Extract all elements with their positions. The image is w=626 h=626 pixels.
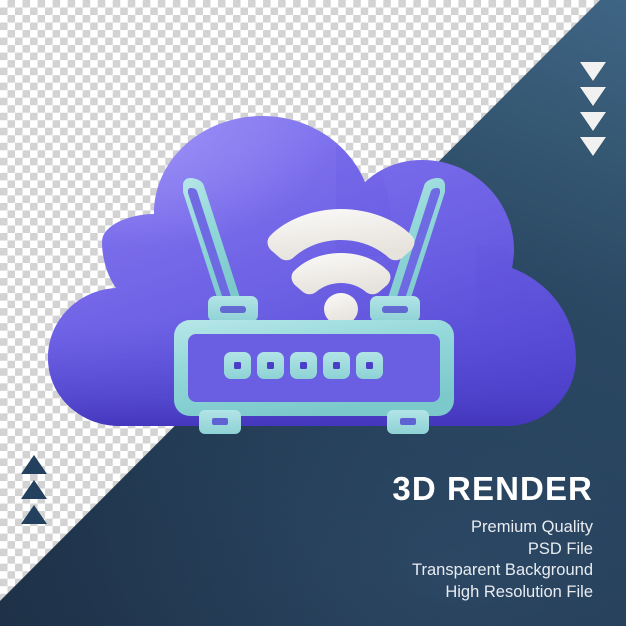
chevron-up-icon <box>21 480 47 499</box>
router-foot-right <box>387 410 429 434</box>
router-led <box>323 352 350 379</box>
router-antenna-base-right <box>370 296 420 322</box>
feature-item: Transparent Background <box>412 561 593 579</box>
feature-item: High Resolution File <box>445 582 593 601</box>
router-led <box>257 352 284 379</box>
chevron-up-icon <box>21 455 47 474</box>
page-title: 3D RENDER <box>392 470 593 507</box>
router-led <box>290 352 317 379</box>
router-foot-left <box>199 410 241 434</box>
feature-item: Premium Quality <box>471 518 593 536</box>
chevron-down-icon <box>580 62 606 81</box>
router-led <box>356 352 383 379</box>
router-antenna-base-left <box>208 296 258 322</box>
feature-item: PSD File <box>527 539 593 558</box>
cloud-router-artwork <box>36 96 592 448</box>
router-led <box>224 352 251 379</box>
router-led-group <box>224 352 383 379</box>
render-preview-canvas: 3D RENDER Premium Quality PSD File Trans… <box>0 0 626 626</box>
promo-text-block: 3D RENDER Premium Quality PSD File Trans… <box>263 470 593 603</box>
chevron-up-icon <box>21 505 47 524</box>
